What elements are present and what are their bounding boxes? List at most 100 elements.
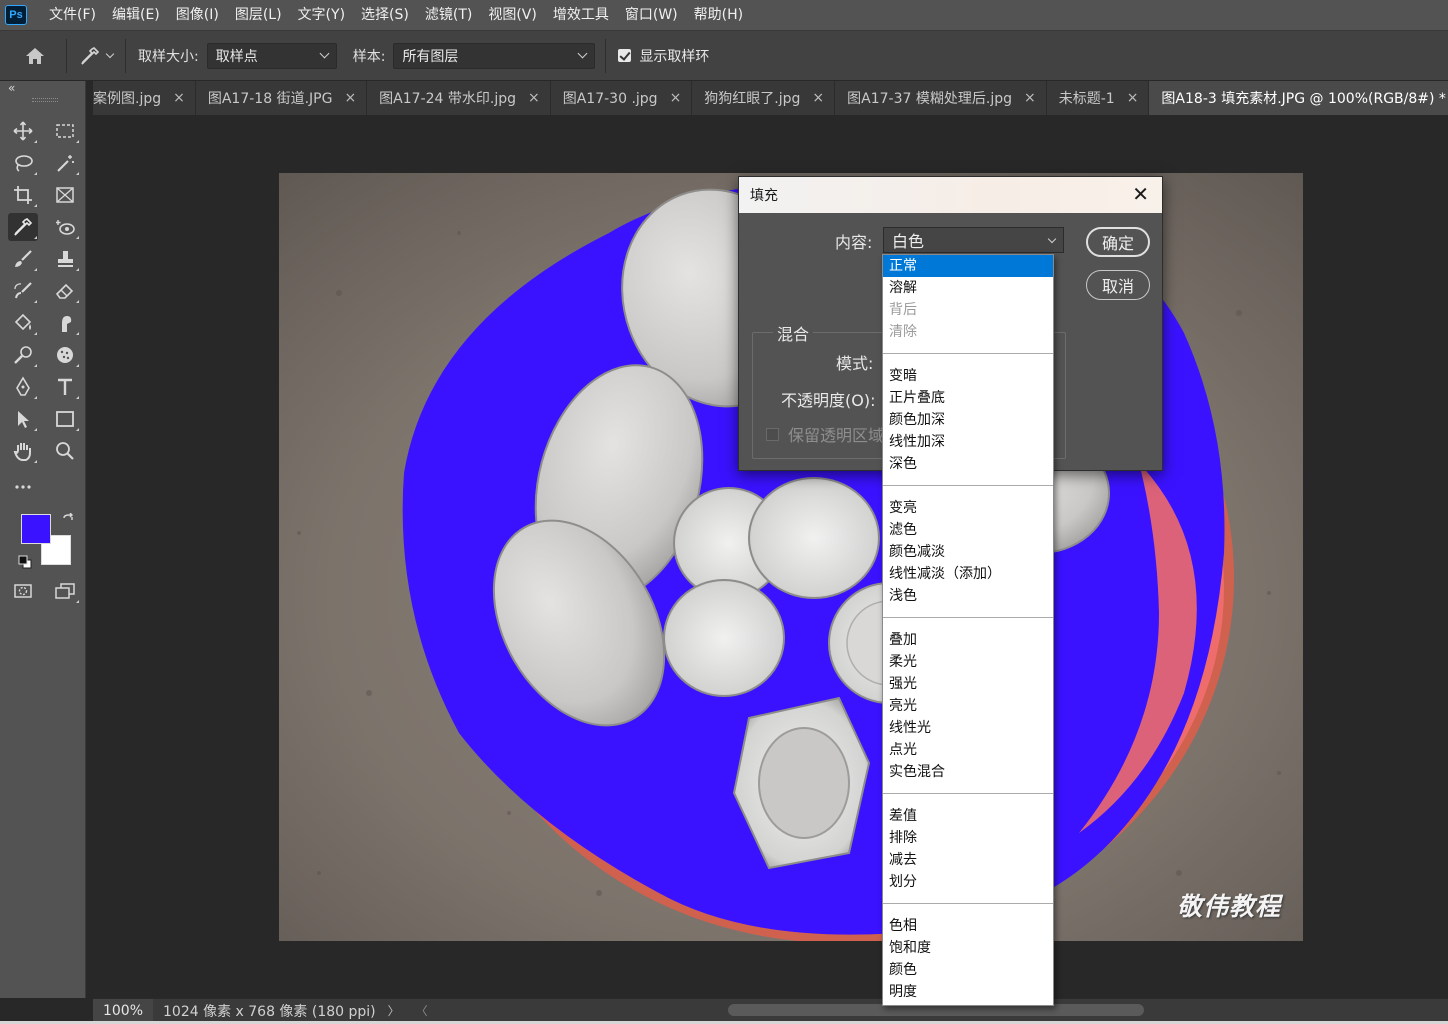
smudge-tool-icon[interactable] — [50, 309, 80, 337]
history-brush-tool-icon[interactable] — [8, 277, 38, 305]
blend-mode-option[interactable]: 变亮 — [883, 497, 1053, 519]
type-tool-icon[interactable] — [50, 373, 80, 401]
menu-plugins[interactable]: 增效工具 — [545, 0, 617, 30]
marquee-tool-icon[interactable] — [50, 117, 80, 145]
photoshop-logo[interactable]: Ps — [5, 5, 27, 25]
blend-mode-option[interactable]: 饱和度 — [883, 937, 1053, 959]
dodge-tool-icon[interactable] — [8, 341, 38, 369]
blend-mode-option[interactable]: 正片叠底 — [883, 387, 1053, 409]
blend-mode-option[interactable]: 颜色减淡 — [883, 541, 1053, 563]
hand-tool-icon[interactable] — [8, 437, 38, 465]
home-icon[interactable] — [10, 36, 60, 76]
crop-tool-icon[interactable] — [8, 181, 38, 209]
blend-mode-option[interactable]: 点光 — [883, 739, 1053, 761]
sample-size-select[interactable]: 取样点 — [206, 42, 337, 69]
document-tab[interactable]: 图A17-37 模糊处理后.jpg × — [835, 81, 1047, 115]
brush-tool-icon[interactable] — [8, 245, 38, 273]
blend-mode-option[interactable]: 颜色 — [883, 959, 1053, 981]
blend-mode-option[interactable]: 浅色 — [883, 585, 1053, 607]
blend-mode-option[interactable]: 强光 — [883, 673, 1053, 695]
move-tool-icon[interactable] — [8, 117, 38, 145]
close-icon[interactable]: ✕ — [1132, 183, 1149, 205]
blend-mode-option[interactable]: 柔光 — [883, 651, 1053, 673]
paint-bucket-tool-icon[interactable] — [8, 309, 38, 337]
blend-mode-option[interactable]: 滤色 — [883, 519, 1053, 541]
blend-mode-option[interactable]: 色相 — [883, 915, 1053, 937]
panel-grip[interactable] — [32, 98, 58, 102]
blend-mode-option[interactable]: 排除 — [883, 827, 1053, 849]
swap-colors-icon[interactable] — [61, 512, 75, 531]
blend-mode-option[interactable]: 变暗 — [883, 365, 1053, 387]
status-menu-arrow-icon[interactable]: 〉 — [388, 1002, 400, 1019]
blend-mode-option[interactable]: 实色混合 — [883, 761, 1053, 783]
menu-filter[interactable]: 滤镜(T) — [417, 0, 480, 30]
tab-close-icon[interactable]: × — [344, 90, 356, 106]
clone-stamp-tool-icon[interactable] — [50, 245, 80, 273]
more-tools-icon[interactable] — [8, 473, 38, 501]
blend-mode-option[interactable]: 线性光 — [883, 717, 1053, 739]
tab-close-icon[interactable]: × — [812, 90, 824, 106]
document-tab[interactable]: 图A17-24 带水印.jpg × — [367, 81, 551, 115]
show-ring-checkbox[interactable] — [618, 49, 632, 62]
menu-layer[interactable]: 图层(L) — [227, 0, 290, 30]
menu-image[interactable]: 图像(I) — [168, 0, 227, 30]
menu-view[interactable]: 视图(V) — [480, 0, 545, 30]
tab-close-icon[interactable]: × — [670, 90, 682, 106]
blend-mode-option[interactable]: 亮光 — [883, 695, 1053, 717]
preserve-transparency-checkbox[interactable] — [766, 428, 779, 441]
document-tab[interactable]: 狗狗红眼了.jpg × — [692, 81, 836, 115]
blend-mode-option[interactable]: 减去 — [883, 849, 1053, 871]
blend-mode-option[interactable]: 溶解 — [883, 277, 1053, 299]
menu-window[interactable]: 窗口(W) — [617, 0, 686, 30]
menu-select[interactable]: 选择(S) — [353, 0, 417, 30]
tab-close-icon[interactable]: × — [528, 90, 540, 106]
foreground-color-swatch-front[interactable] — [21, 514, 51, 544]
scroll-left-icon[interactable]: 〈 — [416, 1002, 428, 1019]
zoom-level[interactable]: 100% — [93, 998, 153, 1023]
blend-mode-dropdown[interactable]: 正常 溶解 背后 清除 变暗 正片叠底 颜色加深 线性加深 深色 变亮 滤色 颜色减淡 线性减淡（添加）… — [882, 254, 1054, 1006]
tab-close-icon[interactable]: × — [173, 90, 185, 106]
cancel-button[interactable]: 取消 — [1086, 270, 1150, 300]
zoom-tool-icon[interactable] — [50, 437, 80, 465]
document-tab[interactable]: 未标题-1 × — [1047, 81, 1150, 115]
blend-mode-option[interactable]: 划分 — [883, 871, 1053, 893]
document-tab[interactable]: 图A17-18 街道.JPG × — [196, 81, 368, 115]
document-tab[interactable]: 图A18-3 填充素材.JPG @ 100%(RGB/8#) *× — [1149, 81, 1448, 115]
default-colors-icon[interactable] — [18, 555, 32, 573]
document-tab[interactable]: 图A17-30 .jpg × — [551, 81, 693, 115]
chevron-down-icon[interactable] — [105, 49, 115, 58]
pen-tool-icon[interactable] — [8, 373, 38, 401]
sponge-tool-icon[interactable] — [50, 341, 80, 369]
blend-mode-option[interactable]: 线性减淡（添加） — [883, 563, 1053, 585]
tab-close-icon[interactable]: × — [1127, 90, 1139, 106]
spot-healing-tool-icon[interactable] — [50, 213, 80, 241]
path-selection-tool-icon[interactable] — [8, 405, 38, 433]
eyedropper-preset-icon[interactable] — [79, 45, 115, 67]
collapse-icon[interactable]: « — [8, 81, 15, 95]
blend-mode-option[interactable]: 线性加深 — [883, 431, 1053, 453]
blend-mode-option[interactable]: 深色 — [883, 453, 1053, 475]
tab-close-icon[interactable]: × — [1024, 90, 1036, 106]
blend-mode-option[interactable]: 正常 — [883, 255, 1053, 277]
eraser-tool-icon[interactable] — [50, 277, 80, 305]
blend-mode-option[interactable]: 叠加 — [883, 629, 1053, 651]
dialog-titlebar[interactable]: 填充 ✕ — [739, 177, 1162, 213]
ok-button[interactable]: 确定 — [1086, 227, 1150, 257]
lasso-tool-icon[interactable] — [8, 149, 38, 177]
document-tab[interactable]: 案例图.jpg × — [93, 81, 196, 115]
menu-file[interactable]: 文件(F) — [41, 0, 104, 30]
menu-edit[interactable]: 编辑(E) — [104, 0, 168, 30]
eyedropper-tool-icon[interactable] — [8, 213, 38, 241]
blend-mode-option[interactable]: 明度 — [883, 981, 1053, 1003]
blend-mode-option[interactable]: 颜色加深 — [883, 409, 1053, 431]
quick-mask-icon[interactable] — [8, 577, 38, 605]
content-select[interactable]: 白色 — [883, 227, 1064, 253]
rectangle-tool-icon[interactable] — [50, 405, 80, 433]
frame-tool-icon[interactable] — [50, 181, 80, 209]
menu-help[interactable]: 帮助(H) — [686, 0, 751, 30]
screen-mode-icon[interactable] — [50, 577, 80, 605]
sample-select[interactable]: 所有图层 — [393, 42, 596, 69]
blend-mode-option[interactable]: 差值 — [883, 805, 1053, 827]
menu-type[interactable]: 文字(Y) — [290, 0, 353, 30]
magic-wand-tool-icon[interactable] — [50, 149, 80, 177]
